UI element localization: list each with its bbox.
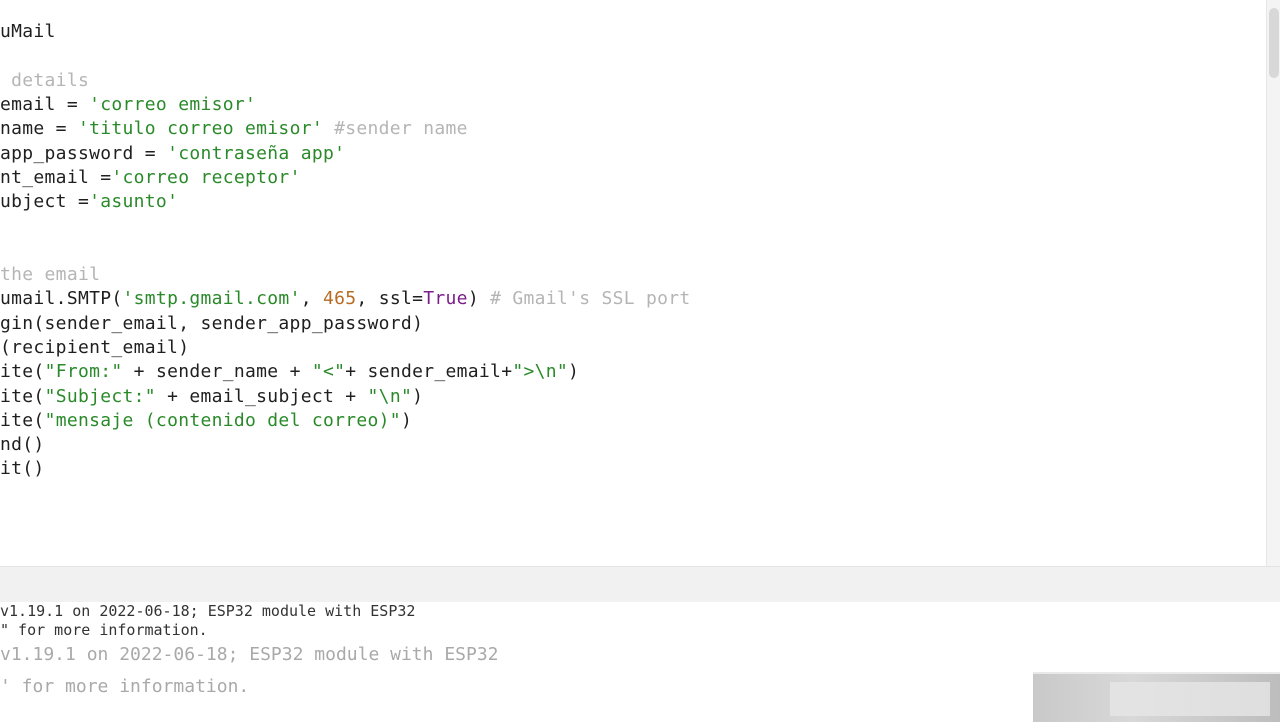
code-token: "<" xyxy=(311,361,346,383)
code-token: 'contraseña app' xyxy=(167,142,346,164)
code-line[interactable]: nd() xyxy=(0,433,45,457)
code-line[interactable]: ite("mensaje (contenido del correo)") xyxy=(0,409,412,433)
code-token: 'asunto' xyxy=(89,191,179,213)
code-token: ) xyxy=(412,385,424,407)
code-token: , xyxy=(300,288,323,310)
shell-banner-line-echo: v1.19.1 on 2022-06-18; ESP32 module with… xyxy=(0,644,499,665)
shell-banner-line: v1.19.1 on 2022-06-18; ESP32 module with… xyxy=(0,602,416,620)
code-token: "\n" xyxy=(367,385,413,407)
panel-divider[interactable] xyxy=(0,566,1280,604)
code-token: True xyxy=(423,288,468,310)
code-editor[interactable]: uMail details email = 'correo emisor' name… xyxy=(0,0,1265,566)
code-token: 'correo emisor' xyxy=(89,93,257,115)
code-line[interactable]: the email xyxy=(0,263,100,287)
code-token: it() xyxy=(0,458,45,480)
code-token: "From:" xyxy=(44,361,123,383)
code-line[interactable]: ubject ='asunto' xyxy=(0,190,178,214)
code-token: + email_subject + xyxy=(155,385,368,407)
editor-scrollbar[interactable] xyxy=(1266,0,1280,566)
code-token: ite( xyxy=(0,385,45,407)
code-token: ite( xyxy=(0,361,45,383)
code-token: ) xyxy=(400,409,413,431)
code-token: email = xyxy=(0,93,90,115)
code-line[interactable]: name = 'titulo correo emisor' #sender na… xyxy=(0,117,468,141)
code-token: ubject = xyxy=(0,191,90,213)
code-line[interactable]: nt_email ='correo receptor' xyxy=(0,166,301,190)
code-token: , ssl= xyxy=(356,288,424,310)
code-token: #sender name xyxy=(322,118,468,140)
webcam-frame xyxy=(1110,682,1270,716)
code-token: "Subject:" xyxy=(44,385,156,407)
code-token: ">\n" xyxy=(512,361,569,383)
code-token: nt_email = xyxy=(0,166,112,188)
shell-info-line-echo: ' for more information. xyxy=(0,676,250,697)
code-token: 'titulo correo emisor' xyxy=(77,118,323,140)
scrollbar-thumb[interactable] xyxy=(1269,8,1279,78)
code-token: (recipient_email) xyxy=(0,336,190,358)
code-token: ) xyxy=(467,288,491,310)
code-line[interactable]: (recipient_email) xyxy=(0,336,189,360)
code-token: ite( xyxy=(0,409,45,431)
code-line[interactable]: email = 'correo emisor' xyxy=(0,93,256,117)
code-line[interactable]: ite("From:" + sender_name + "<"+ sender_… xyxy=(0,360,579,384)
webcam-overlay xyxy=(1033,672,1280,722)
code-token: umail.SMTP( xyxy=(0,288,123,310)
code-line[interactable]: gin(sender_email, sender_app_password) xyxy=(0,312,423,336)
code-token: nd() xyxy=(0,434,45,456)
shell-info-line: " for more information. xyxy=(0,621,208,639)
code-line[interactable]: details xyxy=(0,69,89,93)
code-token: uMail xyxy=(0,21,56,42)
code-token: "mensaje (contenido del correo)" xyxy=(44,409,401,431)
code-token: + sender_name + xyxy=(122,361,312,383)
code-token: # Gmail's SSL port xyxy=(490,288,691,310)
code-token: gin(sender_email, sender_app_password) xyxy=(0,312,424,334)
code-token: app_password = xyxy=(0,142,168,164)
code-line[interactable]: it() xyxy=(0,457,45,481)
code-token: name = xyxy=(0,118,78,140)
code-token: 'correo receptor' xyxy=(111,166,301,188)
code-token: + sender_email+ xyxy=(345,361,513,383)
code-token: the email xyxy=(0,264,101,285)
code-line[interactable]: umail.SMTP('smtp.gmail.com', 465, ssl=Tr… xyxy=(0,287,691,311)
code-token: 465 xyxy=(323,288,357,310)
code-line[interactable]: uMail xyxy=(0,20,56,44)
code-token: ) xyxy=(568,361,580,383)
code-token: details xyxy=(0,69,90,91)
code-line[interactable]: app_password = 'contraseña app' xyxy=(0,142,345,166)
code-line[interactable]: ite("Subject:" + email_subject + "\n") xyxy=(0,385,423,409)
code-token: 'smtp.gmail.com' xyxy=(122,288,301,310)
